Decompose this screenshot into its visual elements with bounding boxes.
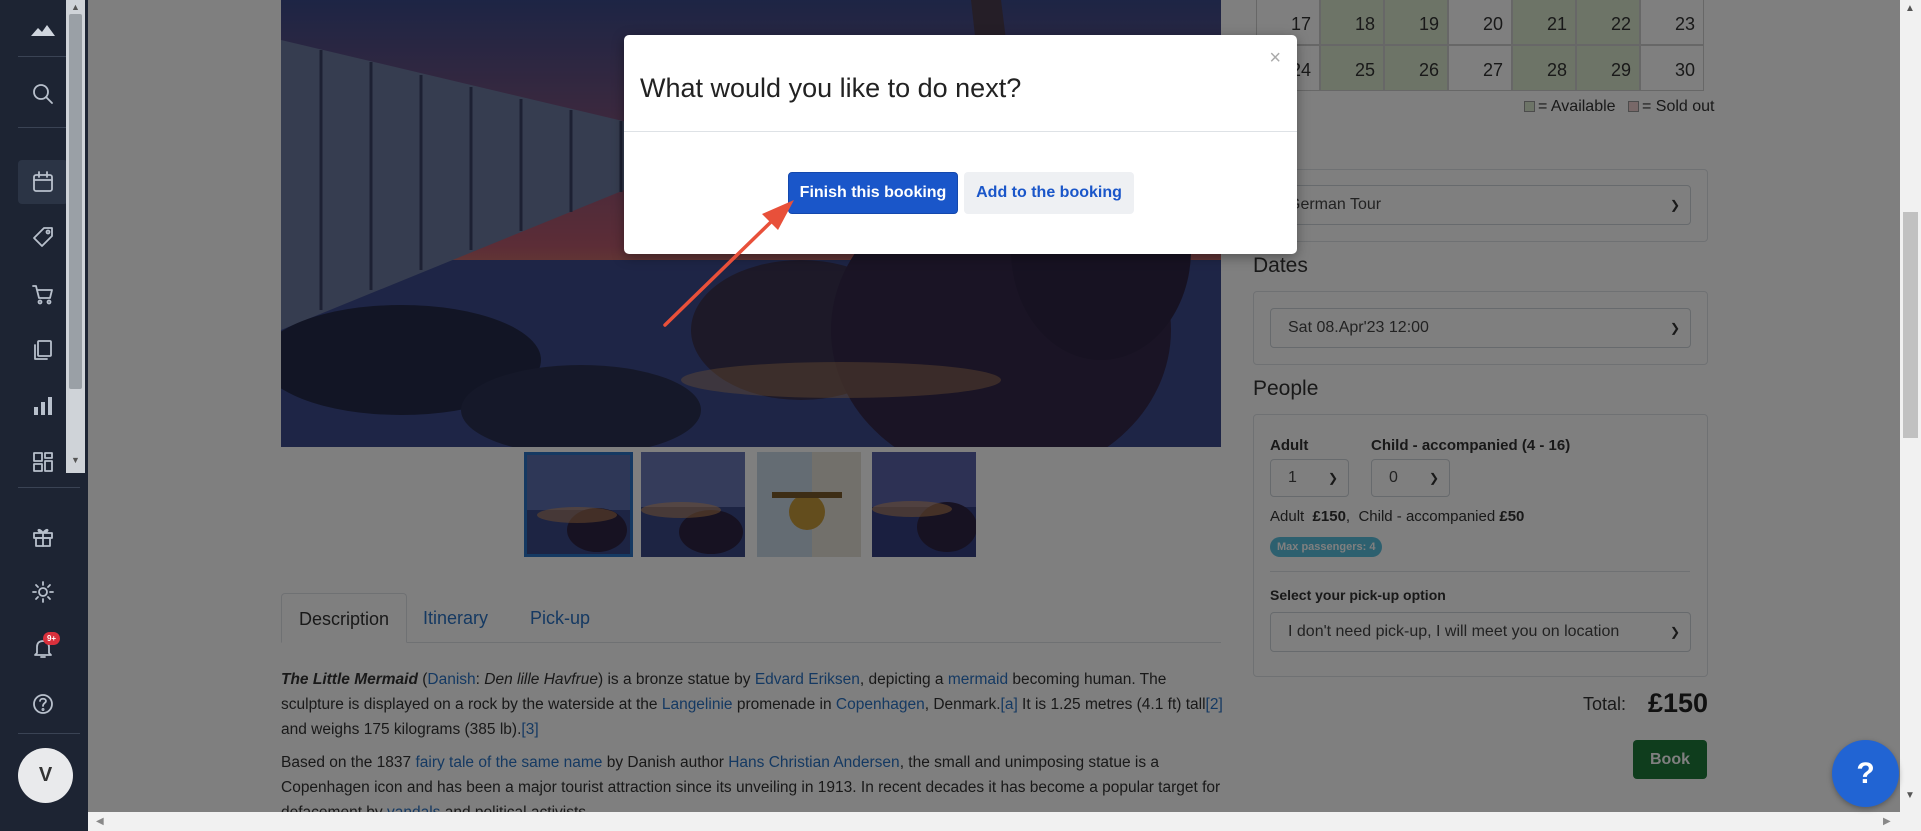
page-scroll-thumb[interactable] <box>1903 212 1918 438</box>
modal-divider <box>624 131 1297 132</box>
bar-chart-icon[interactable] <box>18 384 68 428</box>
help-button[interactable]: ? <box>1832 740 1899 807</box>
scroll-down-icon[interactable]: ▼ <box>1905 790 1915 801</box>
scroll-right-icon[interactable]: ▶ <box>1883 816 1891 827</box>
search-icon[interactable] <box>18 72 68 116</box>
copy-icon[interactable] <box>18 328 68 372</box>
scroll-up-icon[interactable]: ▲ <box>1905 3 1915 14</box>
bell-icon[interactable] <box>18 626 68 670</box>
scroll-up-icon[interactable]: ▲ <box>70 2 81 13</box>
help-circle-icon[interactable] <box>18 682 68 726</box>
sidebar-divider <box>18 733 80 734</box>
scroll-down-icon[interactable]: ▼ <box>70 455 81 466</box>
dashboard-icon[interactable] <box>18 440 68 484</box>
add-to-booking-button[interactable]: Add to the booking <box>964 172 1134 214</box>
gear-icon[interactable] <box>18 570 68 614</box>
page-scrollbar[interactable]: ▲ ▼ <box>1900 0 1921 831</box>
tag-icon[interactable] <box>18 216 68 260</box>
gift-icon[interactable] <box>18 514 68 558</box>
calendar-icon[interactable] <box>18 160 68 204</box>
close-icon[interactable]: × <box>1269 47 1281 70</box>
sidebar-scroll-thumb[interactable] <box>69 14 82 389</box>
horizontal-scrollbar[interactable]: ◀ ▶ <box>88 812 1900 831</box>
sidebar: 9+ V ▲ ▼ <box>0 0 88 831</box>
scroll-left-icon[interactable]: ◀ <box>96 816 104 827</box>
modal-title: What would you like to do next? <box>640 73 1022 103</box>
sidebar-divider <box>18 487 80 488</box>
next-step-modal: What would you like to do next? × Finish… <box>624 35 1297 254</box>
notification-badge: 9+ <box>43 632 60 645</box>
cart-icon[interactable] <box>18 272 68 316</box>
logo-mountain-icon[interactable] <box>18 8 68 52</box>
sidebar-scrollbar[interactable]: ▲ ▼ <box>66 0 85 473</box>
avatar[interactable]: V <box>18 748 73 803</box>
finish-booking-button[interactable]: Finish this booking <box>788 172 958 214</box>
